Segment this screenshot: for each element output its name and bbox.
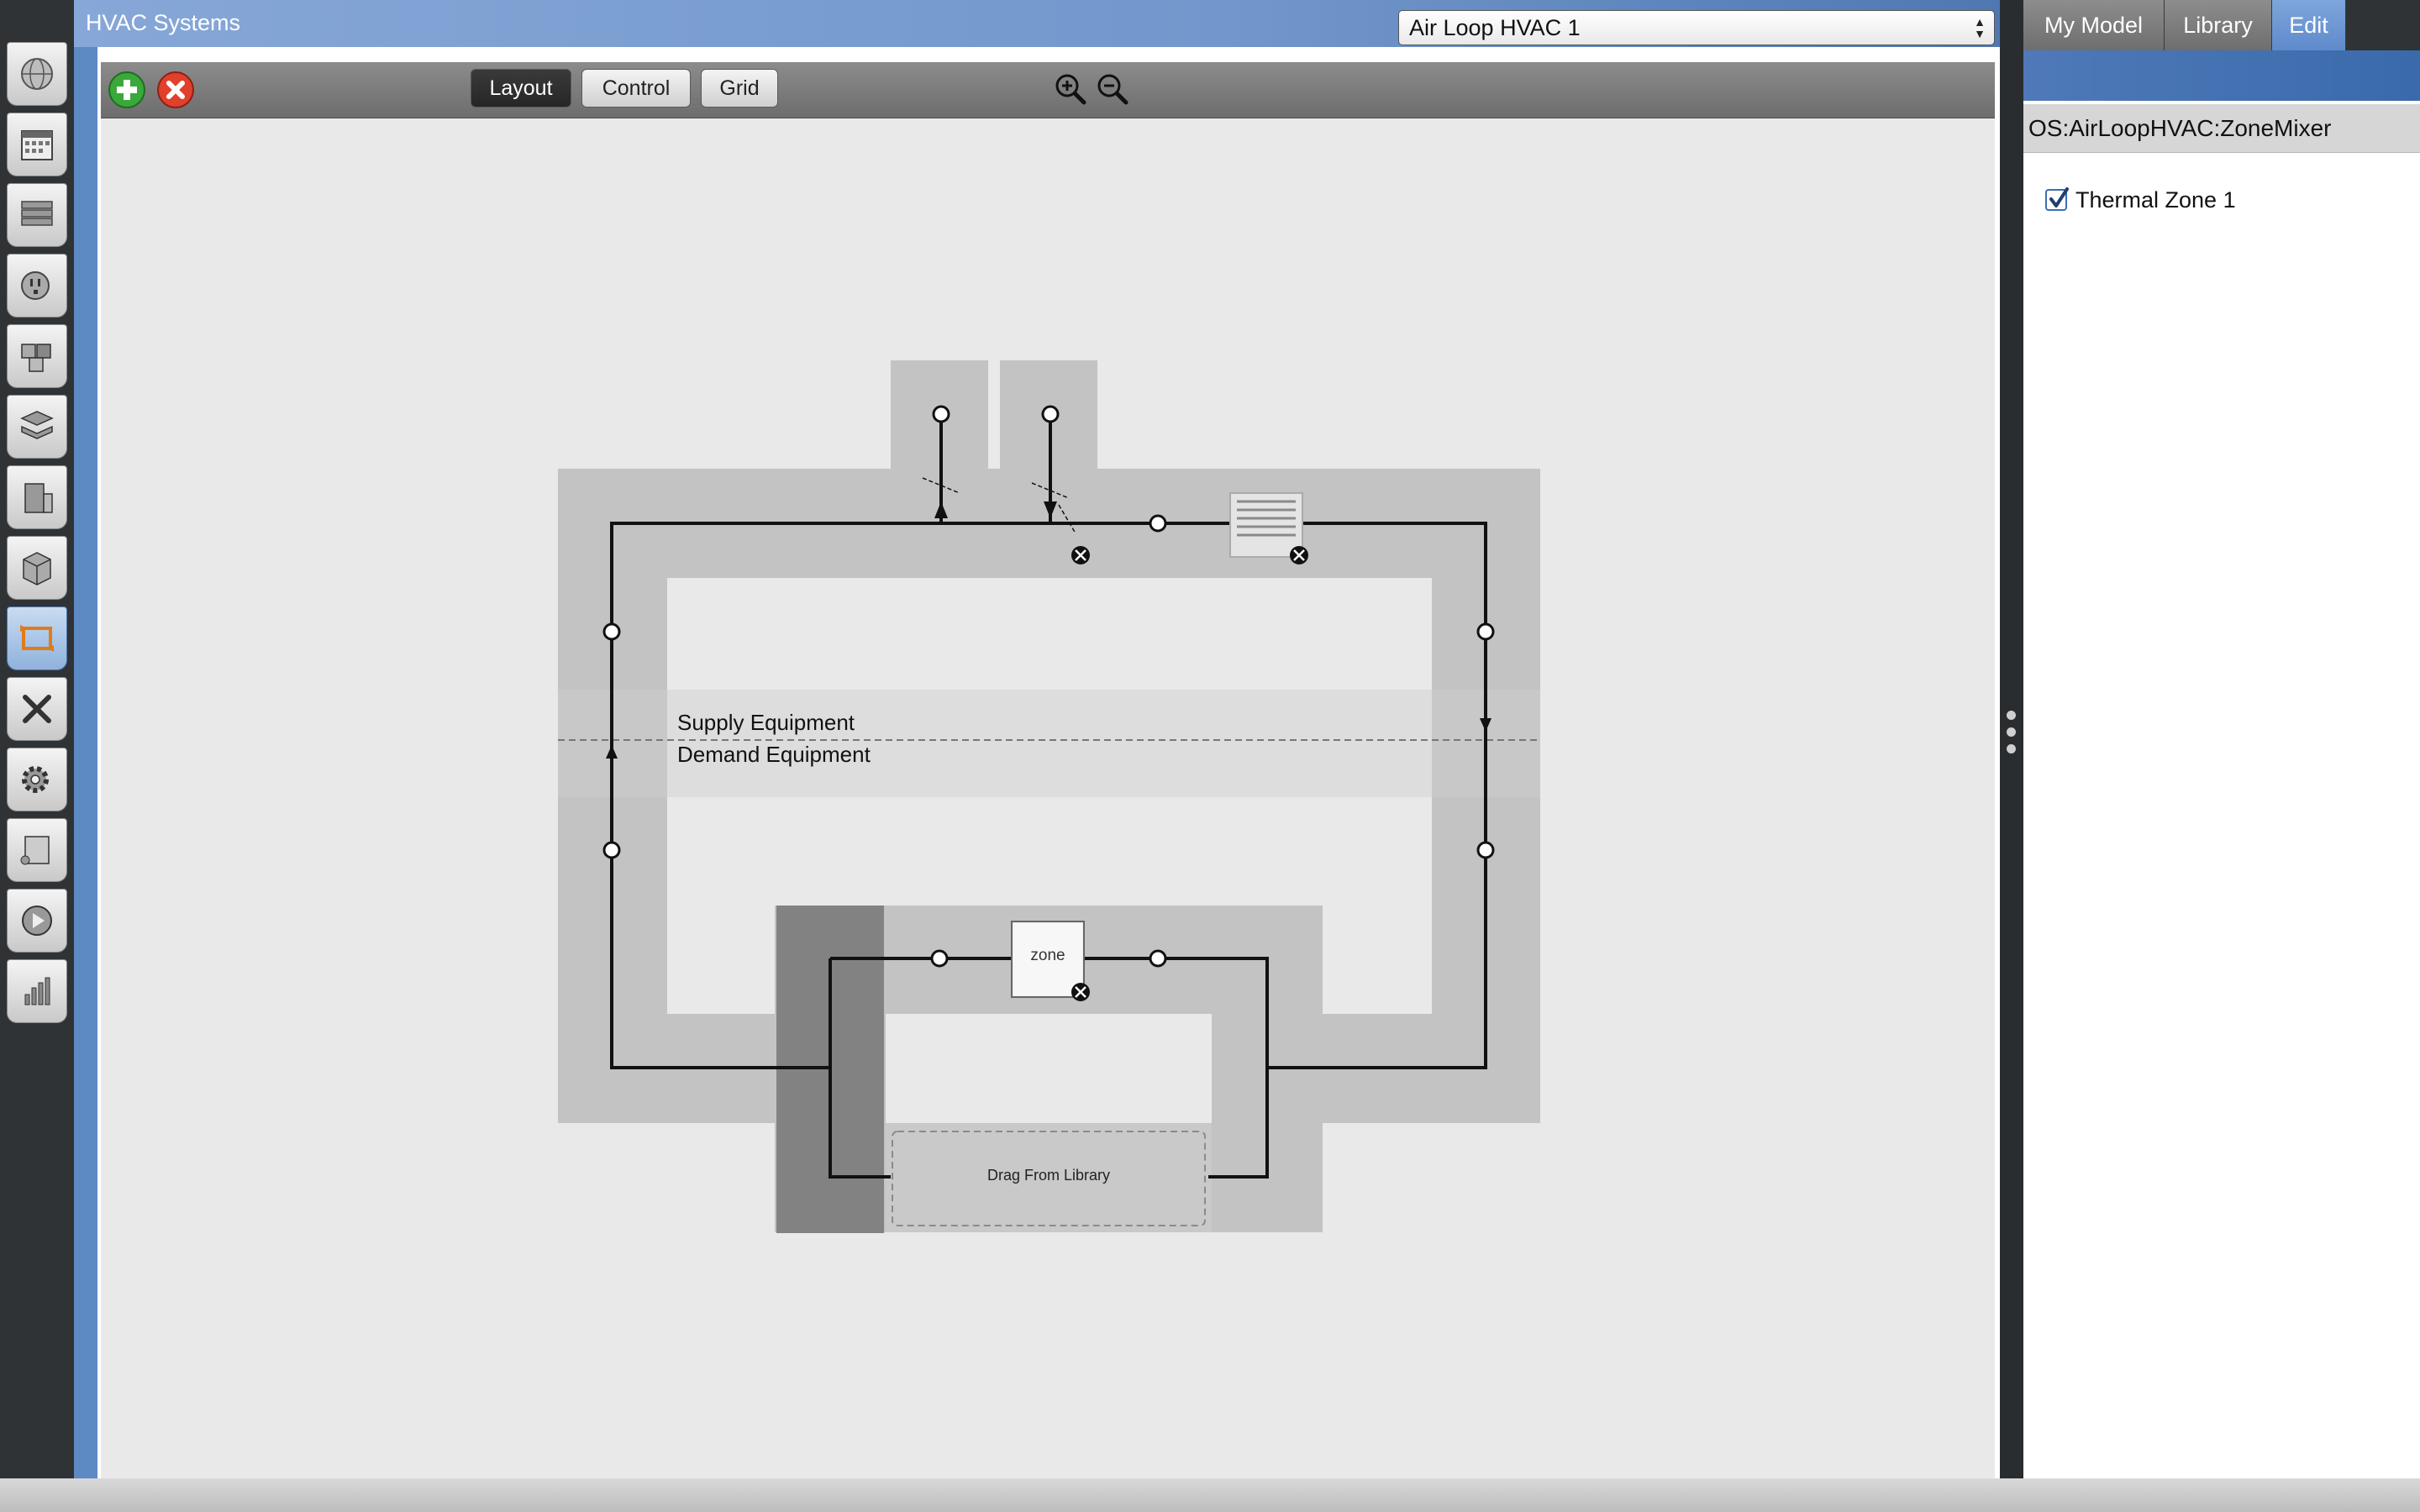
cubes-icon [21,344,51,372]
layers-icon [21,201,53,226]
status-bar [0,1478,2420,1512]
thermal-zone-checkbox[interactable] [2045,187,2069,211]
supply-equipment-label: Supply Equipment [677,710,855,735]
hvac-systems-button[interactable] [7,606,67,670]
left-toolbar [0,0,74,1478]
schedules-button[interactable] [7,113,67,176]
add-loop-button[interactable] [108,71,146,109]
left-accent-strip [74,0,97,1478]
remove-loop-button[interactable] [156,71,195,109]
remove-damper-icon[interactable] [1071,546,1090,564]
hvac-toolbar: Layout Control Grid [101,62,1995,118]
tools-icon [23,695,51,723]
facility-button[interactable] [7,465,67,529]
calendar-icon [21,130,53,160]
layout-button[interactable]: Layout [471,69,571,108]
close-icon [157,71,194,108]
play-icon [22,906,52,936]
node[interactable] [1149,514,1167,533]
checkmark-icon [2049,187,2069,207]
chart-icon [24,977,50,1005]
plug-icon [21,271,50,300]
node[interactable] [1041,405,1060,423]
demand-inner-gap [886,1014,1212,1123]
window-title: HVAC Systems [86,10,241,35]
tab-edit[interactable]: Edit [2272,0,2346,50]
air-loop-diagram [558,360,1540,1233]
node[interactable] [602,622,621,641]
component-type-header: OS:AirLoopHVAC:ZoneMixer [2023,104,2420,153]
building-icon [24,483,53,513]
node[interactable] [602,841,621,859]
remove-component-icon[interactable] [1290,546,1308,564]
globe-icon [21,58,53,90]
node[interactable] [1149,949,1167,968]
splitter-grip-icon [2007,744,2016,753]
thermal-zone-label: Thermal Zone 1 [2075,186,2236,213]
right-panel-tabs: My Model Library Edit [2023,0,2420,50]
zoom-in-button[interactable] [1052,71,1089,108]
splitter-grip-icon [2007,727,2016,737]
zone-list-item: Thermal Zone 1 [2045,183,2236,217]
demand-equipment-label: Demand Equipment [677,742,871,767]
node[interactable] [1476,841,1495,859]
box-icon [23,552,51,585]
loop-arrows-icon [20,625,54,652]
drag-from-library-label: Drag From Library [986,1167,1111,1184]
node[interactable] [930,949,949,968]
supply-component[interactable] [1229,492,1303,558]
building-summary-button[interactable] [7,677,67,741]
splitter-grip-icon [2007,711,2016,720]
hvac-canvas: Supply Equipment Demand Equipment zone D… [101,118,1995,1478]
air-loop-select[interactable]: Air Loop HVAC 1 ▲ ▼ [1398,10,1995,45]
site-button[interactable] [7,42,67,106]
node[interactable] [1476,622,1495,641]
plus-icon [108,71,145,108]
zoom-out-button[interactable] [1094,71,1131,108]
zoom-out-icon [1097,74,1128,105]
constructions-button[interactable] [7,183,67,247]
grid-button[interactable]: Grid [701,69,778,108]
edit-header-bar [2023,50,2420,101]
simulation-settings-button[interactable] [7,748,67,811]
run-button[interactable] [7,889,67,953]
stack-icon [20,411,54,439]
loads-button[interactable] [7,254,67,318]
spaces-button[interactable] [7,536,67,600]
scroll-icon [20,836,50,865]
select-arrows-icon: ▲ ▼ [1974,15,1986,40]
air-loop-select-value: Air Loop HVAC 1 [1409,15,1581,40]
zone-label: zone [1030,947,1065,964]
gear-icon [22,766,49,793]
zoom-in-icon [1055,74,1086,105]
remove-zone-icon[interactable] [1071,983,1090,1001]
geometry-button[interactable] [7,395,67,459]
control-button[interactable]: Control [581,69,691,108]
node[interactable] [932,405,950,423]
results-button[interactable] [7,959,67,1023]
tab-my-model[interactable]: My Model [2023,0,2165,50]
space-types-button[interactable] [7,324,67,388]
tab-library[interactable]: Library [2165,0,2272,50]
scripts-button[interactable] [7,818,67,882]
panel-splitter[interactable] [2000,0,2023,1478]
right-panel: My Model Library Edit OS:AirLoopHVAC:Zon… [2023,0,2420,1478]
